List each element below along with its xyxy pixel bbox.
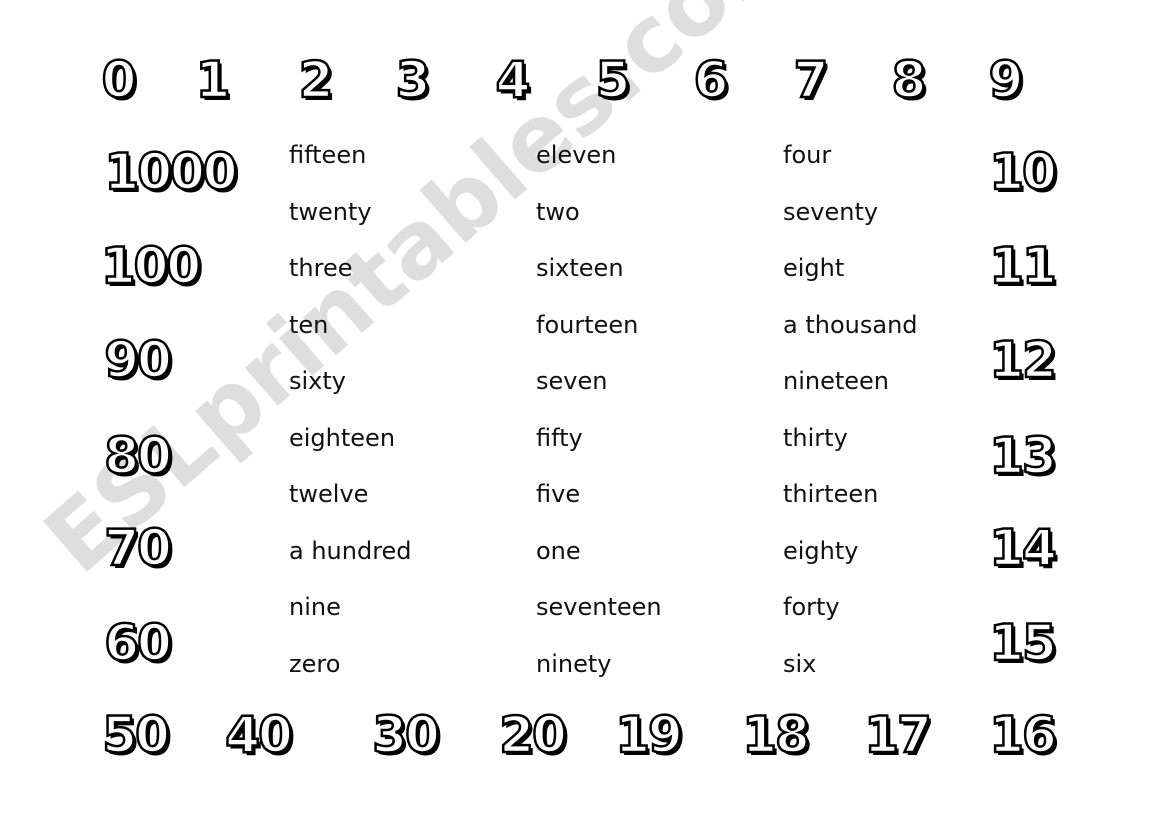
bottom-number: 17	[863, 705, 933, 766]
left-number: 70	[103, 518, 173, 579]
top-number: 5	[594, 50, 631, 111]
right-number: 14	[988, 518, 1058, 579]
top-number: 4	[494, 50, 531, 111]
number-word: four	[783, 141, 832, 169]
number-word: seventy	[783, 197, 879, 226]
number-word: thirteen	[783, 480, 879, 508]
bottom-number: 16	[988, 705, 1058, 766]
bottom-number: 50	[101, 705, 171, 766]
number-word: fourteen	[536, 310, 639, 339]
number-word: seven	[536, 367, 608, 395]
bottom-number: 19	[614, 705, 684, 766]
number-word: ninety	[536, 649, 612, 678]
top-number: 0	[100, 50, 137, 111]
number-word: fifteen	[289, 141, 367, 169]
top-number: 7	[792, 50, 829, 111]
number-word: thirty	[783, 423, 848, 452]
number-word: a thousand	[783, 310, 918, 339]
number-word: ten	[289, 310, 329, 339]
top-number: 6	[692, 50, 729, 111]
number-word: nine	[289, 593, 341, 621]
number-word: five	[536, 480, 581, 508]
number-word: zero	[289, 649, 341, 678]
number-word: nineteen	[783, 367, 890, 395]
number-word: twelve	[289, 480, 369, 508]
top-number: 2	[297, 50, 334, 111]
number-word: one	[536, 536, 581, 565]
bottom-number: 30	[371, 705, 441, 766]
bottom-number: 40	[224, 705, 294, 766]
number-word: eighty	[783, 536, 859, 565]
number-word: fifty	[536, 423, 583, 452]
bottom-number: 20	[498, 705, 568, 766]
number-word: two	[536, 197, 580, 226]
right-number: 11	[988, 236, 1058, 297]
left-number: 90	[103, 330, 173, 391]
top-number: 1	[194, 50, 231, 111]
top-number: 9	[987, 50, 1024, 111]
left-number: 1000	[103, 142, 239, 203]
left-number: 80	[103, 426, 173, 487]
number-word: a hundred	[289, 536, 412, 565]
right-number: 13	[988, 426, 1058, 487]
right-number: 15	[988, 613, 1058, 674]
right-number: 10	[988, 142, 1058, 203]
number-word: eighteen	[289, 423, 396, 452]
top-number: 8	[890, 50, 927, 111]
number-word: six	[783, 649, 817, 678]
bottom-number: 18	[741, 705, 811, 766]
number-word: sixty	[289, 367, 346, 395]
number-word: eleven	[536, 141, 617, 169]
number-word: twenty	[289, 197, 372, 226]
number-word: forty	[783, 593, 840, 621]
number-word: seventeen	[536, 593, 662, 621]
right-number: 12	[988, 330, 1058, 391]
number-word: three	[289, 254, 353, 282]
number-word: sixteen	[536, 254, 624, 282]
left-number: 60	[103, 613, 173, 674]
top-number: 3	[394, 50, 431, 111]
left-number: 100	[100, 236, 203, 297]
number-word: eight	[783, 254, 845, 282]
